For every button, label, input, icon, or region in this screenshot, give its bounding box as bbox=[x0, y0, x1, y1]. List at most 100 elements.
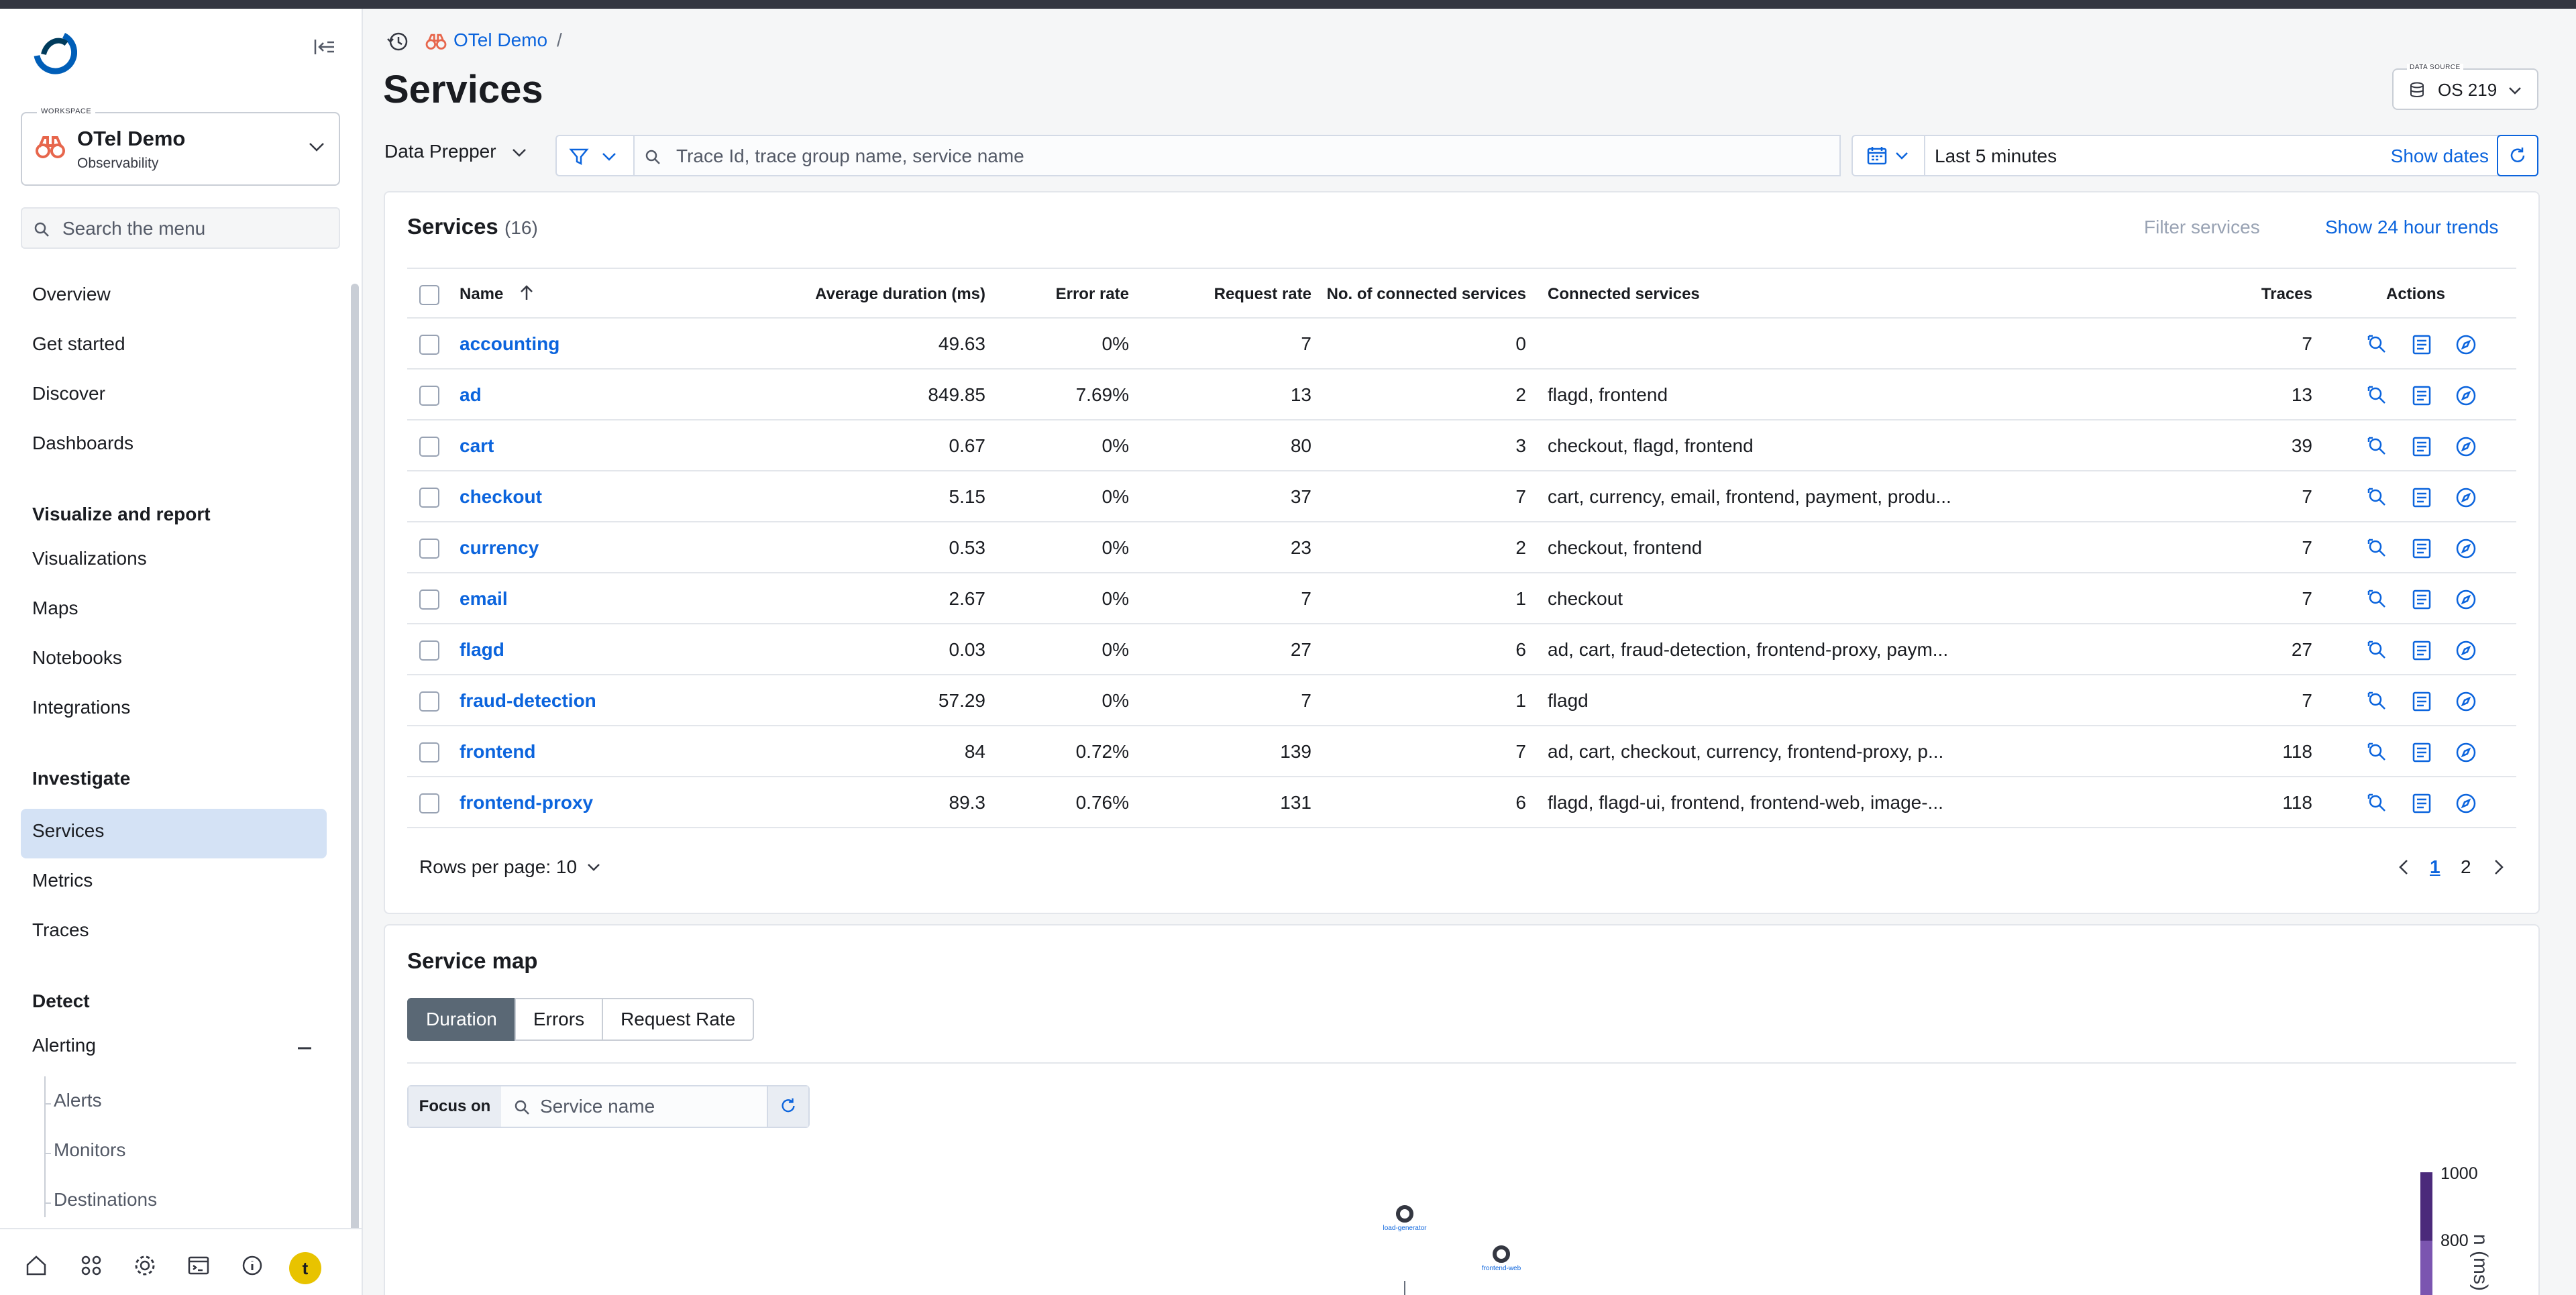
map-node-frontend-web[interactable] bbox=[1493, 1245, 1510, 1263]
row-checkbox[interactable] bbox=[419, 589, 439, 610]
chevron-down-icon[interactable] bbox=[511, 146, 527, 160]
service-name-link[interactable]: flagd bbox=[460, 639, 504, 661]
nav-maps[interactable]: Maps bbox=[32, 598, 78, 619]
view-logs-icon[interactable] bbox=[2410, 792, 2433, 815]
rows-per-page[interactable]: Rows per page: 10 bbox=[419, 856, 577, 878]
nav-notebooks[interactable]: Notebooks bbox=[32, 647, 122, 669]
tab-errors[interactable]: Errors bbox=[514, 998, 604, 1041]
chevron-left-icon[interactable] bbox=[2396, 856, 2412, 878]
quick-date-button[interactable] bbox=[1853, 136, 1925, 175]
service-name-link[interactable]: currency bbox=[460, 537, 539, 559]
select-all-checkbox[interactable] bbox=[419, 285, 439, 305]
compass-icon[interactable] bbox=[2455, 639, 2477, 662]
compass-icon[interactable] bbox=[2455, 435, 2477, 458]
service-name-link[interactable]: fraud-detection bbox=[460, 690, 596, 712]
nav-visualizations[interactable]: Visualizations bbox=[32, 548, 147, 569]
compass-icon[interactable] bbox=[2455, 537, 2477, 560]
row-checkbox[interactable] bbox=[419, 488, 439, 508]
service-name-link[interactable]: checkout bbox=[460, 486, 542, 508]
compass-icon[interactable] bbox=[2455, 588, 2477, 611]
page-2-link[interactable]: 2 bbox=[2461, 856, 2471, 878]
nav-integrations[interactable]: Integrations bbox=[32, 697, 130, 718]
gear-icon[interactable] bbox=[133, 1253, 157, 1278]
view-logs-icon[interactable] bbox=[2410, 588, 2433, 611]
filter-services-input[interactable]: Filter services bbox=[2144, 217, 2260, 238]
row-checkbox[interactable] bbox=[419, 386, 439, 406]
page-1-link[interactable]: 1 bbox=[2430, 856, 2440, 878]
compass-icon[interactable] bbox=[2455, 741, 2477, 764]
compass-icon[interactable] bbox=[2455, 486, 2477, 509]
nav-alerting[interactable]: Alerting bbox=[32, 1035, 96, 1056]
nav-services[interactable]: Services bbox=[32, 820, 104, 842]
compass-icon[interactable] bbox=[2455, 690, 2477, 713]
breadcrumb-workspace[interactable]: OTel Demo bbox=[453, 30, 547, 51]
history-icon[interactable] bbox=[386, 30, 410, 54]
view-traces-icon[interactable] bbox=[2366, 792, 2389, 815]
workspace-selector[interactable]: WORKSPACE OTel Demo Observability bbox=[21, 107, 340, 186]
view-traces-icon[interactable] bbox=[2366, 333, 2389, 356]
row-checkbox[interactable] bbox=[419, 742, 439, 763]
service-name-link[interactable]: ad bbox=[460, 384, 482, 406]
col-connected-count[interactable]: No. of connected services bbox=[1327, 285, 1526, 304]
chevron-down-icon[interactable] bbox=[586, 862, 601, 874]
service-name-link[interactable]: cart bbox=[460, 435, 494, 457]
show-trends-link[interactable]: Show 24 hour trends bbox=[2325, 217, 2498, 238]
nav-discover[interactable]: Discover bbox=[32, 383, 105, 404]
row-checkbox[interactable] bbox=[419, 335, 439, 355]
collapse-minus-icon[interactable] bbox=[295, 1039, 314, 1058]
nav-overview[interactable]: Overview bbox=[32, 284, 111, 305]
col-avg-duration[interactable]: Average duration (ms) bbox=[815, 285, 985, 304]
focus-service-input[interactable] bbox=[540, 1093, 761, 1120]
view-traces-icon[interactable] bbox=[2366, 741, 2389, 764]
row-checkbox[interactable] bbox=[419, 640, 439, 661]
view-traces-icon[interactable] bbox=[2366, 486, 2389, 509]
show-dates-link[interactable]: Show dates bbox=[2391, 146, 2489, 167]
view-logs-icon[interactable] bbox=[2410, 435, 2433, 458]
filter-menu-button[interactable] bbox=[555, 135, 635, 176]
row-checkbox[interactable] bbox=[419, 691, 439, 712]
col-request-rate[interactable]: Request rate bbox=[1214, 285, 1311, 304]
service-map-graph[interactable]: load-generator frontend-web bbox=[385, 1127, 2538, 1295]
opensearch-logo[interactable] bbox=[30, 29, 77, 82]
apps-grid-icon[interactable] bbox=[79, 1253, 103, 1278]
view-logs-icon[interactable] bbox=[2410, 741, 2433, 764]
col-name[interactable]: Name bbox=[460, 285, 503, 304]
collapse-sidebar-icon[interactable] bbox=[313, 37, 337, 57]
view-traces-icon[interactable] bbox=[2366, 537, 2389, 560]
query-input[interactable] bbox=[676, 143, 1817, 170]
compass-icon[interactable] bbox=[2455, 384, 2477, 407]
dev-tools-icon[interactable] bbox=[186, 1253, 211, 1278]
view-logs-icon[interactable] bbox=[2410, 384, 2433, 407]
date-range-text[interactable]: Last 5 minutes bbox=[1935, 146, 2057, 167]
nav-destinations[interactable]: Destinations bbox=[54, 1189, 157, 1210]
map-node-load-generator[interactable] bbox=[1396, 1205, 1413, 1223]
refresh-button[interactable] bbox=[2497, 135, 2538, 176]
service-name-link[interactable]: frontend bbox=[460, 741, 536, 763]
row-checkbox[interactable] bbox=[419, 793, 439, 813]
compass-icon[interactable] bbox=[2455, 792, 2477, 815]
tab-duration[interactable]: Duration bbox=[407, 998, 516, 1041]
view-traces-icon[interactable] bbox=[2366, 690, 2389, 713]
tab-request-rate[interactable]: Request Rate bbox=[602, 998, 755, 1041]
nav-get-started[interactable]: Get started bbox=[32, 333, 125, 355]
nav-dashboards[interactable]: Dashboards bbox=[32, 433, 133, 454]
query-language-select[interactable]: Data Prepper bbox=[384, 141, 496, 162]
view-logs-icon[interactable] bbox=[2410, 333, 2433, 356]
service-name-link[interactable]: accounting bbox=[460, 333, 559, 355]
row-checkbox[interactable] bbox=[419, 437, 439, 457]
focus-refresh-button[interactable] bbox=[767, 1086, 808, 1127]
menu-search-input[interactable] bbox=[62, 215, 331, 242]
view-traces-icon[interactable] bbox=[2366, 588, 2389, 611]
row-checkbox[interactable] bbox=[419, 539, 439, 559]
nav-traces[interactable]: Traces bbox=[32, 919, 89, 941]
view-logs-icon[interactable] bbox=[2410, 690, 2433, 713]
datasource-selector[interactable]: DATA SOURCE OS 219 bbox=[2392, 64, 2538, 110]
sidebar-scrollbar[interactable] bbox=[351, 284, 359, 1236]
view-traces-icon[interactable] bbox=[2366, 435, 2389, 458]
home-icon[interactable] bbox=[24, 1253, 48, 1278]
nav-alerts[interactable]: Alerts bbox=[54, 1090, 102, 1111]
service-name-link[interactable]: email bbox=[460, 588, 508, 610]
service-name-link[interactable]: frontend-proxy bbox=[460, 792, 593, 813]
sort-ascending-icon[interactable] bbox=[519, 284, 535, 302]
compass-icon[interactable] bbox=[2455, 333, 2477, 356]
